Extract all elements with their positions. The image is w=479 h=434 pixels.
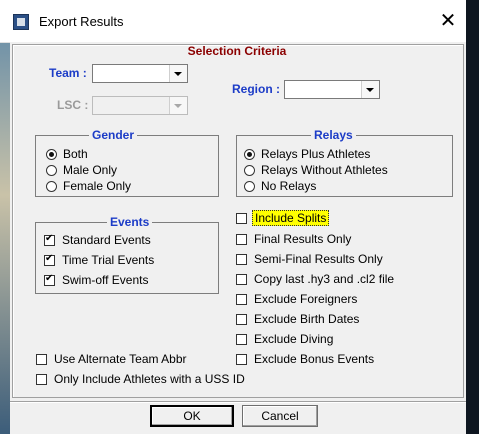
lsc-label: LSC : (57, 98, 89, 112)
region-dropdown[interactable] (284, 80, 380, 99)
final-results-only-checkbox[interactable]: Final Results Only (236, 231, 351, 247)
selection-criteria-title: Selection Criteria (187, 44, 287, 58)
checkbox-icon (236, 253, 247, 265)
exclude-foreigners-checkbox[interactable]: Exclude Foreigners (236, 291, 357, 307)
gender-option-female[interactable]: Female Only (46, 178, 131, 194)
relays-option-without-athletes[interactable]: Relays Without Athletes (244, 162, 388, 178)
uss-id-only-checkbox[interactable]: Only Include Athletes with a USS ID (36, 371, 245, 387)
option-label: Exclude Diving (254, 332, 334, 346)
checkbox-icon (36, 353, 47, 365)
chevron-down-icon (169, 65, 187, 82)
events-group-title: Events (107, 215, 153, 229)
radio-icon (244, 164, 255, 176)
checkbox-checked-icon (44, 273, 55, 286)
checkbox-checked-icon (44, 233, 55, 246)
team-label: Team : (49, 66, 87, 80)
window-title: Export Results (39, 14, 124, 29)
option-label: Exclude Birth Dates (254, 312, 360, 326)
app-icon (13, 14, 29, 30)
copy-last-files-checkbox[interactable]: Copy last .hy3 and .cl2 file (236, 271, 394, 287)
option-label: Use Alternate Team Abbr (54, 352, 187, 366)
close-icon[interactable]: ✕ (436, 9, 460, 33)
exclude-diving-checkbox[interactable]: Exclude Diving (236, 331, 333, 347)
gender-option-label: Female Only (63, 179, 132, 193)
radio-icon (46, 164, 57, 176)
option-label: Copy last .hy3 and .cl2 file (254, 272, 395, 286)
semi-final-results-only-checkbox[interactable]: Semi-Final Results Only (236, 251, 383, 267)
radio-icon (46, 180, 57, 192)
gender-option-both[interactable]: Both (46, 146, 88, 162)
region-label: Region : (232, 82, 280, 96)
desktop-background-right (466, 0, 479, 434)
alternate-team-abbr-checkbox[interactable]: Use Alternate Team Abbr (36, 351, 187, 367)
desktop-background-left (0, 0, 10, 434)
events-option-swim-off[interactable]: Swim-off Events (44, 272, 148, 288)
checkbox-icon (236, 353, 247, 365)
lsc-dropdown (92, 96, 188, 115)
checkbox-checked-icon (44, 253, 55, 266)
ok-button[interactable]: OK (150, 405, 234, 427)
checkbox-icon (236, 333, 247, 345)
cancel-button[interactable]: Cancel (242, 405, 318, 427)
checkbox-icon (236, 313, 247, 325)
radio-selected-icon (244, 148, 255, 160)
relays-group-title: Relays (311, 128, 356, 142)
gender-option-label: Male Only (63, 163, 118, 177)
gender-group-title: Gender (89, 128, 138, 142)
gender-option-label: Both (63, 147, 88, 161)
events-option-standard[interactable]: Standard Events (44, 232, 151, 248)
checkbox-icon (236, 273, 247, 285)
option-label: Final Results Only (254, 232, 352, 246)
button-separator (10, 401, 466, 403)
relays-option-label: Relays Without Athletes (261, 163, 388, 177)
relays-option-plus-athletes[interactable]: Relays Plus Athletes (244, 146, 370, 162)
events-option-time-trial[interactable]: Time Trial Events (44, 252, 154, 268)
checkbox-icon (236, 233, 247, 245)
include-splits-label: Include Splits (252, 210, 330, 226)
option-label: Only Include Athletes with a USS ID (54, 372, 245, 386)
checkbox-icon (236, 212, 247, 224)
events-option-label: Swim-off Events (62, 273, 149, 287)
relays-option-none[interactable]: No Relays (244, 178, 316, 194)
option-label: Semi-Final Results Only (254, 252, 383, 266)
events-option-label: Standard Events (62, 233, 151, 247)
relays-option-label: No Relays (261, 179, 317, 193)
chevron-down-icon (169, 97, 187, 114)
exclude-bonus-events-checkbox[interactable]: Exclude Bonus Events (236, 351, 374, 367)
include-splits-checkbox[interactable]: Include Splits (236, 210, 330, 226)
option-label: Exclude Bonus Events (254, 352, 375, 366)
chevron-down-icon (361, 81, 379, 98)
events-option-label: Time Trial Events (62, 253, 155, 267)
title-bar[interactable]: Export Results ✕ (0, 0, 466, 43)
checkbox-icon (236, 293, 247, 305)
relays-option-label: Relays Plus Athletes (261, 147, 371, 161)
checkbox-icon (36, 373, 47, 385)
radio-selected-icon (46, 148, 57, 160)
team-dropdown[interactable] (92, 64, 188, 83)
radio-icon (244, 180, 255, 192)
dialog-client: Selection Criteria Team : LSC : Region :… (10, 42, 466, 434)
gender-option-male[interactable]: Male Only (46, 162, 117, 178)
exclude-birth-dates-checkbox[interactable]: Exclude Birth Dates (236, 311, 359, 327)
option-label: Exclude Foreigners (254, 292, 358, 306)
